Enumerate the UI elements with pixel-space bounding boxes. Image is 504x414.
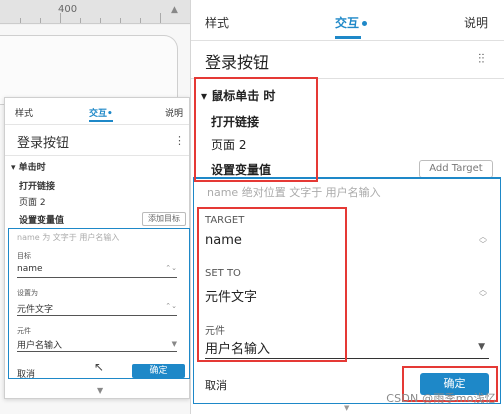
phone-frame xyxy=(0,35,178,105)
mouse-cursor-icon: ↖ xyxy=(94,360,105,374)
highlight-event-box xyxy=(194,77,318,182)
action-open-link[interactable]: 打开链接 xyxy=(19,179,55,192)
tab-interaction[interactable]: 交互• xyxy=(89,106,113,119)
active-tab-underline xyxy=(335,36,361,39)
chevron-down-icon: ▼ xyxy=(97,386,104,395)
spinner-icon: ︿ ﹀ xyxy=(479,232,487,249)
event-label: 单击时 xyxy=(18,163,46,173)
add-target-button[interactable]: Add Target xyxy=(419,160,493,178)
target-value: name xyxy=(17,264,43,274)
target-select[interactable]: name ⌃⌄ xyxy=(17,264,177,278)
action-set-variable[interactable]: 设置变量值 xyxy=(19,213,64,226)
page-target[interactable]: 页面 2 xyxy=(19,195,46,208)
add-target-button[interactable]: 添加目标 xyxy=(142,212,186,226)
tab-bar: 样式 交互 说明 xyxy=(191,0,504,41)
dropdown-arrow-icon: ▼ xyxy=(171,340,177,348)
tab-interaction[interactable]: 交互 xyxy=(335,14,368,31)
tab-notes[interactable]: 说明 xyxy=(464,14,488,31)
spinner-icon: ︿ ﹀ xyxy=(479,285,487,302)
spinner-icon: ⌃⌄ xyxy=(165,302,177,310)
dropdown-arrow-icon: ▼ xyxy=(478,342,485,352)
editor-placeholder: name 绝对位置 文字于 用户名输入 xyxy=(207,186,381,199)
cancel-link[interactable]: 取消 xyxy=(17,367,35,380)
settings-sliders-icon[interactable]: ⫶⫶ xyxy=(478,52,485,67)
widget-label: 元件 xyxy=(17,327,31,335)
set-to-select[interactable]: 元件文字 ⌃⌄ xyxy=(17,302,177,316)
horizontal-ruler: 400 ▲ xyxy=(0,0,192,24)
small-tab-bar: 样式 交互• 说明 xyxy=(5,106,189,120)
widget-select[interactable]: 用户名输入 ▼ xyxy=(17,338,177,352)
highlight-fields-box xyxy=(197,207,347,362)
interaction-panel: 样式 交互 说明 登录按钮 ⫶⫶ ▾ 鼠标单击 时 打开链接 页面 2 设置变量… xyxy=(190,0,504,414)
editor-placeholder: name 为 文字于 用户名输入 xyxy=(17,233,120,242)
spinner-icon: ⌃⌄ xyxy=(165,264,177,272)
modified-dot-icon xyxy=(362,21,368,26)
tab-style[interactable]: 样式 xyxy=(205,14,229,31)
small-interaction-panel: 样式 交互• 说明 登录按钮 ⋮ ▾ 单击时 打开链接 页面 2 设置变量值 添… xyxy=(4,97,190,399)
cancel-link[interactable]: 取消 xyxy=(205,377,227,393)
set-to-label: 设置为 xyxy=(17,289,38,297)
confirm-button[interactable]: 确定 xyxy=(132,364,185,378)
watermark: CSDN @雨季mo浅忆 xyxy=(386,392,496,405)
tab-interaction-label: 交互 xyxy=(335,16,360,30)
active-tab-underline xyxy=(89,120,113,122)
tab-style[interactable]: 样式 xyxy=(15,106,33,119)
widget-title: 登录按钮 xyxy=(17,136,70,151)
widget-value: 用户名输入 xyxy=(17,341,63,351)
target-label: 目标 xyxy=(17,252,31,260)
widget-title: 登录按钮 xyxy=(205,53,270,72)
chevron-down-icon: ▼ xyxy=(344,404,350,412)
scroll-up-icon[interactable]: ▲ xyxy=(171,5,178,15)
set-to-value: 元件文字 xyxy=(17,305,54,315)
event-header[interactable]: ▾ 单击时 xyxy=(11,160,46,173)
more-options-icon[interactable]: ⋮ xyxy=(174,134,185,147)
tab-notes[interactable]: 说明 xyxy=(165,106,183,119)
